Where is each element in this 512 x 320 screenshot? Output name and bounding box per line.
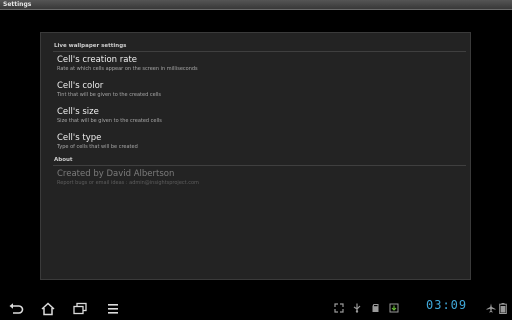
pref-summary: Size that will be given to the created c… (57, 118, 162, 124)
menu-icon[interactable] (105, 302, 121, 316)
battery-icon (499, 303, 507, 314)
pref-title: Created by David Albertson (57, 169, 175, 179)
back-icon[interactable] (8, 302, 24, 316)
pref-title: Cell's size (57, 107, 99, 117)
section-header-live-wallpaper: Live wallpaper settings (54, 43, 127, 49)
airplane-mode-icon (486, 303, 496, 313)
status-clock[interactable]: 03:09 (426, 298, 467, 312)
download-icon (389, 303, 399, 313)
pref-size[interactable]: Cell's size Size that will be given to t… (57, 107, 462, 129)
section-divider (53, 51, 466, 52)
pref-title: Cell's color (57, 81, 104, 91)
pref-title: Cell's type (57, 133, 102, 143)
section-header-about: About (54, 157, 73, 163)
pref-type[interactable]: Cell's type Type of cells that will be c… (57, 133, 462, 155)
section-divider (53, 165, 466, 166)
fullscreen-icon[interactable] (334, 303, 344, 313)
pref-creation-rate[interactable]: Cell's creation rate Rate at which cells… (57, 55, 462, 77)
pref-summary: Report bugs or email ideas : admin@insig… (57, 180, 199, 186)
window-title: Settings (3, 1, 32, 8)
home-icon[interactable] (40, 302, 56, 316)
settings-panel: Live wallpaper settings Cell's creation … (40, 32, 471, 280)
pref-about-author: Created by David Albertson Report bugs o… (57, 169, 462, 191)
pref-summary: Rate at which cells appear on the screen… (57, 66, 198, 72)
system-navigation-bar: 03:09 (0, 298, 512, 320)
pref-summary: Type of cells that will be created (57, 144, 138, 150)
sd-card-icon (372, 304, 379, 312)
recent-apps-icon[interactable] (72, 302, 88, 316)
pref-title: Cell's creation rate (57, 55, 138, 65)
pref-summary: Tint that will be given to the created c… (57, 92, 162, 98)
title-bar: Settings (0, 0, 512, 10)
usb-debug-icon (353, 303, 361, 313)
pref-color[interactable]: Cell's color Tint that will be given to … (57, 81, 462, 103)
